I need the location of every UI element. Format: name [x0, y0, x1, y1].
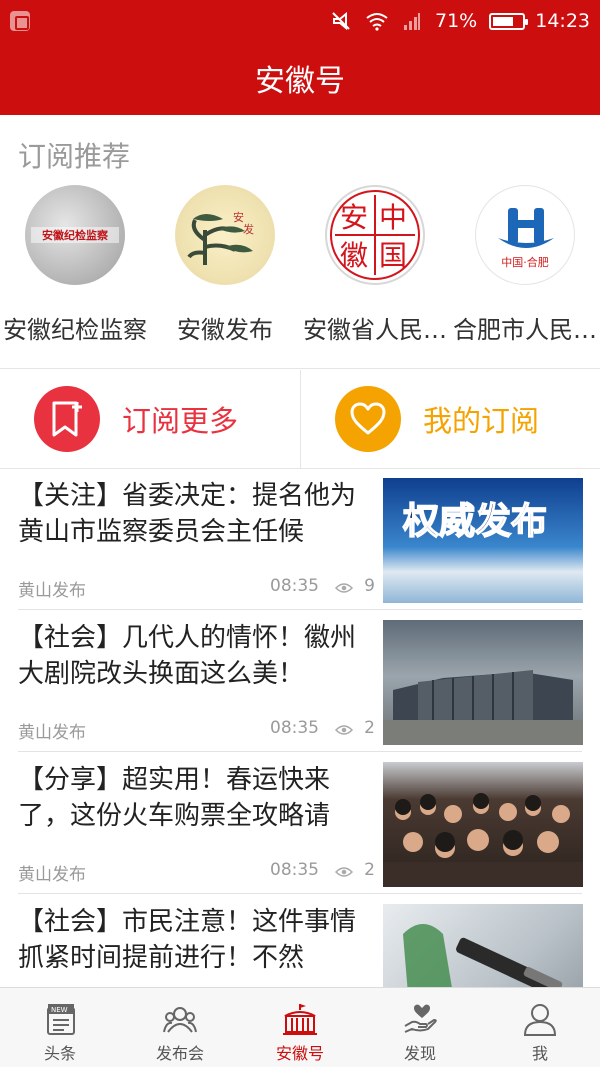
nav-item-discover[interactable]: 发现: [360, 988, 480, 1067]
account-avatar: 中国·合肥: [475, 185, 575, 285]
eye-icon: [334, 721, 354, 741]
user-icon: [523, 1004, 557, 1036]
account-name: 安徽省人民…: [303, 316, 447, 344]
nav-item-me[interactable]: 我: [480, 988, 600, 1067]
nav-label: 发布会: [155, 1044, 204, 1063]
news-source: 黄山发布: [18, 723, 86, 743]
news-views: 2: [364, 718, 375, 738]
status-bar: 71% 14:23: [0, 0, 600, 42]
news-icon: NEW: [47, 1004, 75, 1035]
recommend-list: 安徽纪检监察 安徽纪检监察 安 发 安徽发布 安 中 徽 国 安徽省人民… 中国…: [0, 185, 600, 355]
wifi-icon: [365, 11, 389, 31]
nav-item-anhui-hao[interactable]: 安徽号: [240, 988, 360, 1067]
bottom-nav: NEW 头条 发布会 安徽号 发现 我: [0, 987, 600, 1067]
nav-item-press[interactable]: 发布会: [120, 988, 240, 1067]
svg-text:安: 安: [233, 210, 244, 224]
signal-icon: [403, 11, 421, 31]
app-header: 71% 14:23 安徽号: [0, 0, 600, 115]
thumbnail-text: 权威发布: [402, 501, 547, 542]
app-notification-icon: [10, 11, 30, 31]
subscribe-more-label: 订阅更多: [122, 404, 239, 438]
news-time: 08:35: [270, 576, 319, 596]
news-thumbnail: [383, 620, 583, 745]
news-title: 【社会】市民注意！这件事情抓紧时间提前进行！不然: [18, 907, 357, 973]
nav-label: 安徽号: [275, 1044, 324, 1063]
account-name: 安徽发布: [177, 316, 273, 344]
news-source: 黄山发布: [18, 865, 86, 885]
news-time: 08:35: [270, 860, 319, 880]
recommend-item[interactable]: 安 中 徽 国 安徽省人民…: [300, 185, 450, 355]
svg-text:国: 国: [379, 239, 407, 272]
building-icon: [283, 1004, 317, 1035]
news-title: 【关注】省委决定：提名他为黄山市监察委员会主任候: [18, 481, 357, 547]
news-thumbnail: 权威发布: [383, 478, 583, 603]
svg-text:徽: 徽: [340, 239, 368, 272]
account-name: 安徽纪检监察: [3, 316, 147, 344]
news-thumbnail: [383, 762, 583, 887]
news-views: 9: [364, 576, 375, 596]
account-avatar: 安 发: [175, 185, 275, 285]
subscribe-actions: 订阅更多 我的订阅: [0, 370, 600, 468]
news-title: 【分享】超实用！春运快来了，这份火车购票全攻略请: [18, 765, 331, 831]
account-avatar: 安 中 徽 国: [325, 185, 425, 285]
page-title: 安徽号: [255, 64, 345, 99]
nav-label: 头条: [43, 1044, 76, 1063]
news-title: 【社会】几代人的情怀！徽州大剧院改头换面这么美！: [18, 623, 357, 689]
heart-hand-icon: [404, 1004, 437, 1033]
news-views: 2: [364, 860, 375, 880]
recommend-item[interactable]: 中国·合肥 合肥市人民…: [450, 185, 600, 355]
account-avatar: 安徽纪检监察: [25, 185, 125, 285]
svg-text:NEW: NEW: [51, 1006, 68, 1014]
mute-icon: [331, 11, 351, 31]
news-time: 08:35: [270, 718, 319, 738]
subscribe-more-button[interactable]: 订阅更多: [0, 370, 300, 468]
bookmark-add-icon: [34, 386, 100, 452]
svg-text:安: 安: [340, 201, 368, 234]
battery-percent: 71%: [435, 10, 478, 32]
eye-icon: [334, 863, 354, 883]
heart-icon: [335, 386, 401, 452]
news-source: 黄山发布: [18, 581, 86, 601]
battery-icon: [489, 12, 529, 30]
my-subscriptions-button[interactable]: 我的订阅: [300, 370, 600, 468]
nav-label: 发现: [403, 1044, 436, 1063]
news-item[interactable]: 【分享】超实用！春运快来了，这份火车购票全攻略请 黄山发布 08:35 2: [0, 752, 600, 894]
divider: [0, 368, 600, 369]
nav-item-headlines[interactable]: NEW 头条: [0, 988, 120, 1067]
my-subscriptions-label: 我的订阅: [423, 404, 540, 438]
svg-text:中: 中: [379, 201, 407, 234]
clock: 14:23: [535, 10, 590, 32]
recommend-title: 订阅推荐: [18, 140, 131, 173]
nav-label: 我: [531, 1044, 548, 1063]
recommend-item[interactable]: 安徽纪检监察 安徽纪检监察: [0, 185, 150, 355]
eye-icon: [334, 579, 354, 599]
news-item[interactable]: 【关注】省委决定：提名他为黄山市监察委员会主任候 黄山发布 08:35 9 权威…: [0, 468, 600, 610]
news-item[interactable]: 【社会】几代人的情怀！徽州大剧院改头换面这么美！ 黄山发布 08:35 2: [0, 610, 600, 752]
recommend-item[interactable]: 安 发 安徽发布: [150, 185, 300, 355]
svg-text:发: 发: [243, 222, 254, 236]
people-icon: [163, 1007, 197, 1033]
account-name: 合肥市人民…: [453, 316, 597, 344]
